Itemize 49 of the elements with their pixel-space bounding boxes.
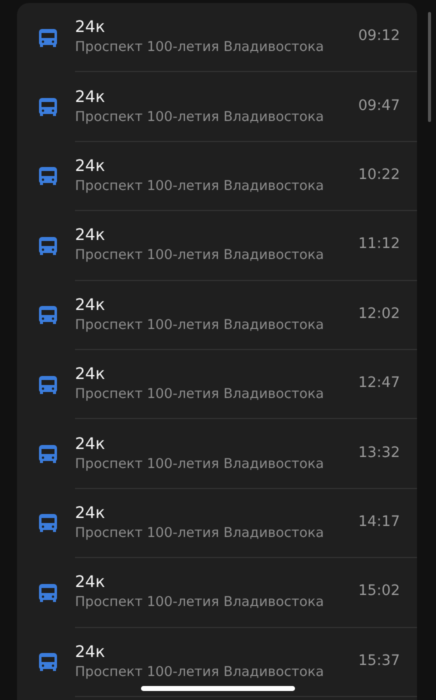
departure-time: 15:37: [358, 652, 400, 671]
stop-name: Проспект 100-летия Владивостока: [75, 246, 325, 266]
bus-icon: [39, 444, 57, 464]
departure-row[interactable]: 24к Проспект 100-летия Владивостока 11:12: [17, 211, 417, 281]
bus-icon: [39, 513, 57, 534]
departure-row[interactable]: 24к Проспект 100-летия Владивостока 10:22: [17, 142, 417, 212]
bus-icon: [39, 305, 57, 326]
route-number: 24к: [75, 502, 106, 523]
route-number: 24к: [75, 86, 106, 107]
stop-name: Проспект 100-летия Владивостока: [75, 385, 325, 404]
route-number: 24к: [75, 156, 106, 176]
departure-time: 13:32: [358, 444, 400, 463]
bus-icon: [39, 166, 57, 186]
departure-row[interactable]: 24к Проспект 100-летия Владивостока 12:02: [17, 280, 417, 350]
departure-time: 11:12: [358, 235, 400, 254]
departure-row[interactable]: 24к Проспект 100-летия Владивостока 09:47: [17, 72, 417, 142]
stop-name: Проспект 100-летия Владивостока: [75, 316, 325, 335]
departure-row[interactable]: 24к Проспект 100-летия Владивостока 12:47: [17, 350, 417, 420]
departure-time: 12:47: [358, 374, 400, 394]
route-number: 24к: [75, 364, 106, 384]
route-number: 24к: [75, 225, 106, 246]
departure-time: 12:02: [358, 304, 400, 324]
departure-time: 14:17: [358, 513, 400, 532]
departure-time: 09:47: [358, 96, 400, 116]
departure-time: 15:02: [358, 582, 400, 602]
bus-icon: [39, 652, 57, 672]
bus-icon: [39, 582, 57, 603]
stop-name: Проспект 100-летия Владивостока: [75, 38, 325, 58]
stop-name: Проспект 100-летия Владивостока: [75, 593, 325, 612]
departure-row[interactable]: 24к Проспект 100-летия Владивостока 13:32: [17, 419, 417, 489]
departure-row[interactable]: 24к Проспект 100-летия Владивостока 09:12: [17, 3, 417, 72]
departure-time: 09:12: [358, 27, 400, 46]
route-number: 24к: [75, 17, 106, 38]
stop-name: Проспект 100-летия Владивостока: [75, 176, 325, 196]
route-number: 24к: [75, 434, 106, 454]
departure-row[interactable]: 24к Проспект 100-летия Владивостока 15:02: [17, 558, 417, 628]
stop-name: Проспект 100-летия Владивостока: [75, 662, 325, 682]
bus-icon: [39, 374, 57, 395]
stop-name: Проспект 100-летия Владивостока: [75, 108, 325, 127]
departure-row[interactable]: 24к Проспект 100-летия Владивостока 14:17: [17, 488, 417, 558]
stop-name: Проспект 100-летия Владивостока: [75, 454, 325, 474]
stop-name: Проспект 100-летия Владивостока: [75, 524, 325, 543]
route-number: 24к: [75, 294, 106, 315]
route-number: 24к: [75, 642, 106, 662]
departure-time: 10:22: [358, 166, 400, 186]
bus-icon: [39, 236, 57, 256]
route-number: 24к: [75, 572, 106, 592]
bus-icon: [39, 97, 57, 118]
bus-icon: [39, 28, 57, 48]
